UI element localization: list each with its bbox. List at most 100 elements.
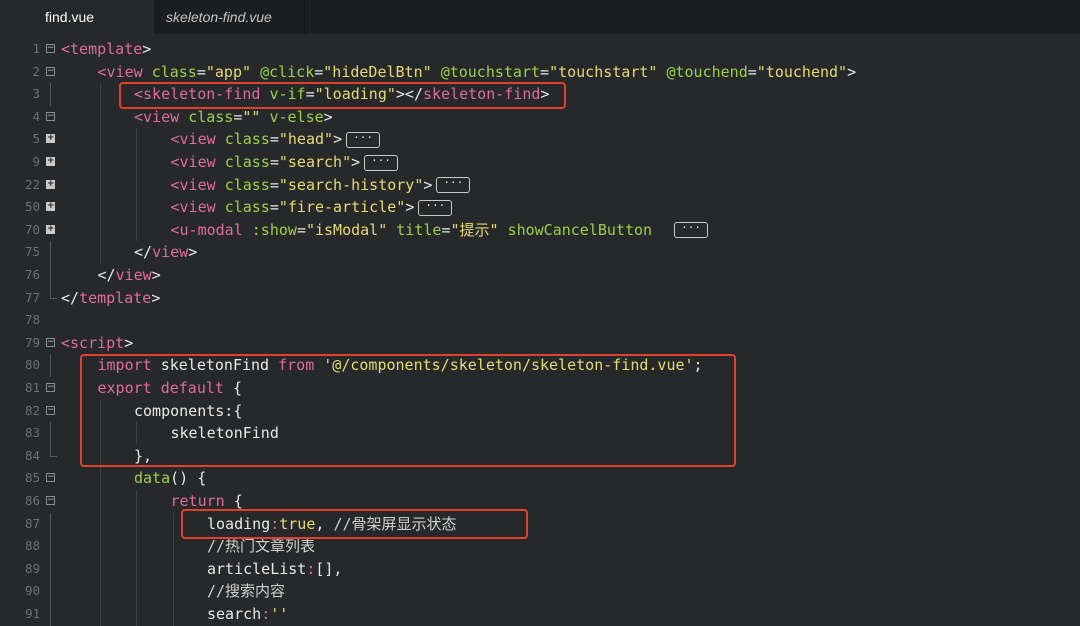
code-line[interactable]: 83 skeletonFind <box>0 422 1080 445</box>
code-text: </template> <box>61 287 160 310</box>
code-line[interactable]: 82− components:{ <box>0 399 1080 423</box>
indent-guide <box>99 444 101 468</box>
code-text: <script> <box>61 332 133 355</box>
code-line[interactable]: 2− <view class="app" @click="hideDelBtn" … <box>0 61 1080 84</box>
fold-collapse-icon[interactable]: − <box>46 496 55 505</box>
code-line[interactable]: 70 + <u-modal :show="isModal" title="提示" s… <box>0 218 1080 242</box>
fold-guide <box>50 354 51 377</box>
folded-code-ellipsis[interactable]: ··· <box>364 154 399 171</box>
fold-expand-icon[interactable]: + <box>46 179 55 189</box>
line-number: 80 <box>24 357 40 373</box>
code-token: > <box>188 243 198 262</box>
code-token: <view <box>170 130 225 149</box>
fold-collapse-icon[interactable]: − <box>46 66 55 76</box>
tab-find-vue[interactable]: find.vue <box>0 0 154 34</box>
code-token: : <box>261 605 271 623</box>
code-line[interactable]: 5 + <view class="head"> ··· <box>0 128 1080 151</box>
fold-collapse-icon[interactable]: − <box>46 473 55 483</box>
indent-guide <box>99 467 101 490</box>
code-token: view <box>115 266 152 284</box>
tab-skeleton-find-vue[interactable]: skeleton-find.vue <box>154 0 305 34</box>
fold-guide <box>50 512 51 536</box>
indent-guide <box>99 83 101 106</box>
fold-expand-icon[interactable]: + <box>46 134 55 144</box>
fold-collapse-icon[interactable]: − <box>46 383 55 392</box>
code-token: <view <box>97 62 152 81</box>
code-line[interactable]: 77 </template> <box>0 286 1080 310</box>
code-line[interactable]: 89 articleList:[], <box>0 557 1080 581</box>
indent-guide <box>99 490 101 513</box>
code-line[interactable]: 4− <view class="" v-else> <box>0 105 1080 129</box>
fold-collapse-icon[interactable]: − <box>46 111 55 121</box>
code-token: true <box>279 514 316 533</box>
line-number: 83 <box>24 425 40 441</box>
fold-collapse-icon[interactable]: − <box>46 337 55 347</box>
code-token: </ <box>97 266 116 284</box>
folded-code-ellipsis[interactable]: ··· <box>674 222 708 239</box>
fold-guide <box>50 83 51 106</box>
code-line[interactable]: 22 + <view class="search-history"> ··· <box>0 173 1080 197</box>
code-line[interactable]: 78 <box>0 309 1080 332</box>
code-token: <view <box>170 198 225 217</box>
fold-expand-icon[interactable]: + <box>46 224 55 234</box>
code-line[interactable]: 90 //搜索内容 <box>0 580 1080 603</box>
fold-collapse-icon[interactable]: − <box>46 44 55 53</box>
indent-guide <box>136 580 137 603</box>
code-token: export default <box>97 379 233 397</box>
code-line[interactable]: 85− data() { <box>0 467 1080 490</box>
folded-code-ellipsis[interactable]: ··· <box>346 131 380 148</box>
code-text: articleList:[], <box>207 558 342 581</box>
indent-guide <box>99 241 101 264</box>
code-token: "search-history" <box>278 175 424 194</box>
code-line[interactable]: 75 </view> <box>0 241 1080 264</box>
code-token: = <box>196 62 206 81</box>
code-line[interactable]: 88 //热门文章列表 <box>0 535 1080 558</box>
code-line[interactable]: 76 </view> <box>0 264 1080 287</box>
code-line[interactable]: 91 search:'' <box>0 603 1080 626</box>
code-line[interactable]: 79− <script> <box>0 332 1080 355</box>
indent-guide <box>136 422 137 445</box>
fold-expand-icon[interactable]: + <box>46 157 55 166</box>
code-line[interactable]: 81− export default { <box>0 377 1080 400</box>
indent-guide <box>136 603 137 626</box>
code-token: > <box>323 107 333 126</box>
line-number: 3 <box>32 86 40 102</box>
fold-expand-icon[interactable]: + <box>46 202 55 212</box>
code-token: '@/components/skeleton/skeleton-find.vue… <box>323 356 694 375</box>
folded-code-ellipsis[interactable]: ··· <box>436 177 471 194</box>
code-line[interactable]: 86− return { <box>0 490 1080 513</box>
indent-guide <box>99 218 101 242</box>
code-token: //热门文章列表 <box>207 537 316 556</box>
code-token: "" <box>242 107 261 126</box>
folded-code-ellipsis[interactable]: ··· <box>418 199 453 216</box>
code-token: data <box>134 469 171 488</box>
indent-guide <box>99 603 101 626</box>
code-token: class <box>151 62 197 81</box>
indent-guide <box>99 105 101 129</box>
code-token: skeletonFind <box>160 356 279 375</box>
code-text: import skeletonFind from '@/components/s… <box>98 354 703 377</box>
code-line[interactable]: 1− <template> <box>0 38 1080 61</box>
indent-guide <box>99 128 101 151</box>
code-line[interactable]: 50 + <view class="fire-article"> ··· <box>0 196 1080 219</box>
fold-collapse-icon[interactable]: − <box>46 405 55 415</box>
line-number: 22 <box>24 176 40 192</box>
code-token: class <box>224 198 270 217</box>
code-token: <skeleton-find <box>134 85 270 104</box>
code-line[interactable]: 3 <skeleton-find v-if="loading"></skeleto… <box>0 83 1080 106</box>
code-editor[interactable]: 1− <template> 2− <view class="app" @click="… <box>0 38 1080 626</box>
code-line[interactable]: 9 + <view class="search"> ··· <box>0 151 1080 174</box>
code-token: showCancelButton <box>507 220 653 239</box>
code-line[interactable]: 80 import skeletonFind from '@/components… <box>0 354 1080 377</box>
indent-guide <box>99 512 101 536</box>
code-token: class <box>224 153 270 171</box>
code-token: ; <box>693 356 703 375</box>
line-number: 4 <box>32 108 40 124</box>
line-number: 89 <box>24 560 40 576</box>
code-token: "loading" <box>314 85 396 104</box>
indent-guide <box>136 151 137 174</box>
code-line[interactable]: 84}, <box>0 444 1080 468</box>
code-line[interactable]: 87 loading:true, //骨架屏显示状态 <box>0 512 1080 536</box>
